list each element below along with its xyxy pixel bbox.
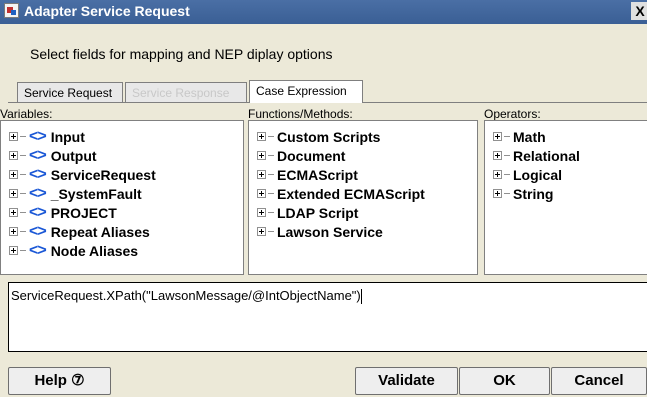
expression-editor[interactable]: ServiceRequest.XPath("LawsonMessage/@Int… xyxy=(8,282,647,352)
app-icon xyxy=(4,3,19,18)
operators-label: Operators: xyxy=(484,107,541,121)
expand-icon[interactable] xyxy=(257,151,266,160)
tab-service-response[interactable]: Service Response xyxy=(125,82,247,102)
variable-item[interactable]: <> Node Aliases xyxy=(9,241,138,260)
expand-icon[interactable] xyxy=(9,132,18,141)
angle-brackets-icon: <> xyxy=(29,203,47,221)
expand-icon[interactable] xyxy=(257,170,266,179)
expand-icon[interactable] xyxy=(257,132,266,141)
function-item[interactable]: ECMAScript xyxy=(257,165,358,184)
angle-brackets-icon: <> xyxy=(29,146,47,164)
expand-icon[interactable] xyxy=(257,189,266,198)
variable-item[interactable]: <> Input xyxy=(9,127,85,146)
operator-item[interactable]: Math xyxy=(493,127,546,146)
text-cursor xyxy=(360,289,362,305)
expand-icon[interactable] xyxy=(493,170,502,179)
tab-case-expression[interactable]: Case Expression xyxy=(249,80,363,103)
title-bar: Adapter Service Request X xyxy=(0,0,647,24)
angle-brackets-icon: <> xyxy=(29,241,47,259)
functions-label: Functions/Methods: xyxy=(248,107,353,121)
help-button[interactable]: Help ⑦ xyxy=(8,367,111,395)
variable-item[interactable]: <> ServiceRequest xyxy=(9,165,156,184)
angle-brackets-icon: <> xyxy=(29,222,47,240)
angle-brackets-icon: <> xyxy=(29,127,47,145)
function-item[interactable]: LDAP Script xyxy=(257,203,358,222)
expression-text[interactable]: ServiceRequest.XPath("LawsonMessage/@Int… xyxy=(11,288,362,305)
tab-service-request[interactable]: Service Request xyxy=(17,82,123,102)
expand-icon[interactable] xyxy=(257,227,266,236)
expand-icon[interactable] xyxy=(493,151,502,160)
variable-item[interactable]: <> Repeat Aliases xyxy=(9,222,150,241)
cancel-button[interactable]: Cancel xyxy=(551,367,647,395)
expand-icon[interactable] xyxy=(9,227,18,236)
operator-item[interactable]: String xyxy=(493,184,553,203)
function-item[interactable]: Extended ECMAScript xyxy=(257,184,425,203)
expand-icon[interactable] xyxy=(9,208,18,217)
angle-brackets-icon: <> xyxy=(29,184,47,202)
close-button[interactable]: X xyxy=(631,2,647,20)
variable-item[interactable]: <> PROJECT xyxy=(9,203,117,222)
expand-icon[interactable] xyxy=(9,189,18,198)
instruction-text: Select fields for mapping and NEP diplay… xyxy=(30,46,333,62)
functions-pane[interactable]: Custom Scripts Document ECMAScript Exten… xyxy=(248,120,478,275)
variables-pane[interactable]: <> Input <> Output <> ServiceRequest <> _Sys… xyxy=(0,120,244,275)
expand-icon[interactable] xyxy=(493,189,502,198)
window-title: Adapter Service Request xyxy=(24,3,190,19)
operator-item[interactable]: Logical xyxy=(493,165,562,184)
operators-pane[interactable]: Math Relational Logical String xyxy=(484,120,647,275)
expand-icon[interactable] xyxy=(9,246,18,255)
expand-icon[interactable] xyxy=(493,132,502,141)
expand-icon[interactable] xyxy=(257,208,266,217)
expand-icon[interactable] xyxy=(9,151,18,160)
function-item[interactable]: Custom Scripts xyxy=(257,127,380,146)
operator-item[interactable]: Relational xyxy=(493,146,580,165)
validate-button[interactable]: Validate xyxy=(355,367,458,395)
variables-label: Variables: xyxy=(0,107,53,121)
function-item[interactable]: Lawson Service xyxy=(257,222,383,241)
ok-button[interactable]: OK xyxy=(459,367,550,395)
angle-brackets-icon: <> xyxy=(29,165,47,183)
function-item[interactable]: Document xyxy=(257,146,345,165)
variable-item[interactable]: <> Output xyxy=(9,146,97,165)
expand-icon[interactable] xyxy=(9,170,18,179)
variable-item[interactable]: <> _SystemFault xyxy=(9,184,142,203)
